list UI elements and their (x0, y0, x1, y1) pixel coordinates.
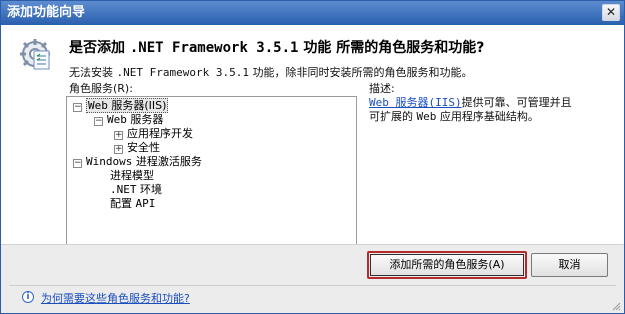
resize-grip-icon[interactable] (611, 301, 621, 311)
wizard-gear-icon (20, 39, 50, 70)
tree-node-process-model[interactable]: 进程模型 (110, 169, 154, 183)
add-features-wizard-dialog: 添加功能向导 ✕ 是否添加 .NET Framework 3.5.1 功能 所需… (0, 0, 625, 314)
role-services-tree[interactable]: − Web 服务器(IIS) − Web 服务器 + 应用程序开发 + 安全性 − Win… (66, 96, 357, 259)
why-needed-help-link[interactable]: 为何需要这些角色服务和功能? (41, 290, 190, 306)
description-panel: Web 服务器(IIS)提供可靠、可管理并且 可扩展的 Web 应用程序基础结构… (369, 96, 572, 123)
tree-node-app-dev[interactable]: + 应用程序开发 (114, 127, 193, 141)
dialog-footer: 添加所需的角色服务(A) 取消 i 为何需要这些角色服务和功能? (1, 244, 624, 313)
info-icon: i (22, 291, 34, 303)
tree-node-web-server[interactable]: − Web 服务器 (94, 113, 163, 127)
add-required-role-services-button[interactable]: 添加所需的角色服务(A) (367, 251, 527, 279)
tree-node-web-server-iis[interactable]: − Web 服务器(IIS) (73, 98, 169, 113)
tree-node-net-environment[interactable]: .NET 环境 (110, 183, 162, 197)
expand-icon[interactable]: + (114, 145, 123, 154)
close-button[interactable]: ✕ (602, 4, 620, 21)
tree-node-security[interactable]: + 安全性 (114, 141, 160, 155)
description-title: 描述: (369, 82, 395, 95)
web-server-link[interactable]: Web 服务器(IIS) (369, 96, 462, 109)
expand-icon[interactable]: + (114, 131, 123, 140)
collapse-icon[interactable]: − (73, 103, 82, 112)
collapse-icon[interactable]: − (94, 117, 103, 126)
role-services-label: 角色服务(R): (69, 82, 133, 95)
dialog-content: 是否添加 .NET Framework 3.5.1 功能 所需的角色服务和功能?… (1, 26, 624, 259)
collapse-icon[interactable]: − (73, 159, 82, 168)
tree-node-config-api[interactable]: 配置 API (110, 197, 155, 211)
dialog-question: 是否添加 .NET Framework 3.5.1 功能 所需的角色服务和功能? (69, 40, 485, 56)
title-bar: 添加功能向导 ✕ (1, 1, 624, 25)
cancel-button[interactable]: 取消 (531, 253, 608, 277)
window-title: 添加功能向导 (7, 5, 86, 20)
footer-divider (9, 285, 616, 286)
dialog-description: 无法安装 .NET Framework 3.5.1 功能，除非同时安装所需的角色… (69, 66, 473, 79)
tree-node-windows-activation[interactable]: − Windows 进程激活服务 (73, 155, 202, 169)
